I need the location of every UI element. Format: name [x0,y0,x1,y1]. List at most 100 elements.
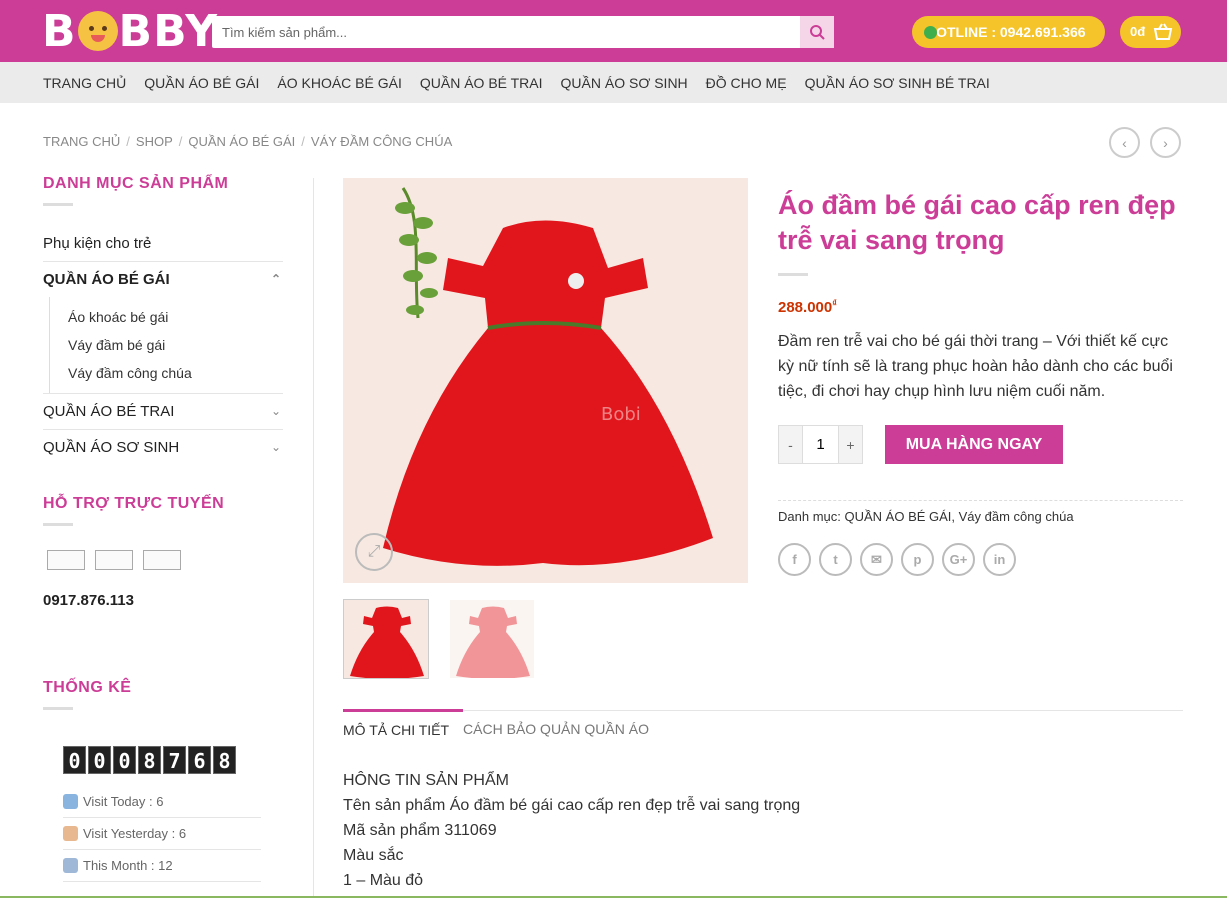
nav-item-newborn-boys[interactable]: QUẦN ÁO SƠ SINH BÉ TRAI [805,75,990,91]
quantity-plus-button[interactable]: + [839,426,862,463]
counter-digit: 8 [138,746,161,774]
categories-heading: DANH MỤC SẢN PHẨM [43,175,229,192]
twitter-icon[interactable]: t [819,543,852,576]
product-categories: Danh mục: QUẦN ÁO BÉ GÁI, Váy đầm công c… [778,509,1074,524]
prev-product-button[interactable]: ‹ [1109,127,1140,158]
sidebar-divider [313,178,314,898]
tab-description[interactable]: MÔ TẢ CHI TIẾT [343,709,464,738]
sidebar-sub-princess[interactable]: Váy đầm công chúa [68,359,283,387]
watermark-text: Bobi [601,404,641,425]
buy-now-button[interactable]: MUA HÀNG NGAY [885,425,1063,464]
chevron-down-icon[interactable]: ⌄ [271,440,281,454]
linkedin-icon[interactable]: in [983,543,1016,576]
visit-counter: 0008768 [63,746,283,774]
categories-label: Danh mục: [778,509,841,524]
counter-digit: 0 [88,746,111,774]
cart-button[interactable]: 0đ [1120,16,1181,48]
product-thumbnails [343,599,535,679]
cart-total: 0đ [1130,24,1146,39]
product-tabs: MÔ TẢ CHI TIẾT CÁCH BẢO QUẢN QUẦN ÁO [343,709,1183,738]
sidebar: DANH MỤC SẢN PHẨM Phụ kiện cho trẻ QUẦN … [43,175,283,882]
breadcrumb-shop[interactable]: SHOP [136,134,173,149]
product-main-image[interactable]: Bobi ⤢ [343,178,748,583]
search-button[interactable] [800,16,834,48]
nav-item-newborn[interactable]: QUẦN ÁO SƠ SINH [561,75,688,91]
quantity-input[interactable] [802,426,839,463]
content-line: Tên sản phẩm Áo đầm bé gái cao cấp ren đ… [343,797,801,814]
breadcrumb-home[interactable]: TRANG CHỦ [43,134,120,149]
tab-care[interactable]: CÁCH BẢO QUẢN QUẦN ÁO [463,711,663,738]
thumbnail-2[interactable] [449,599,535,679]
nav-item-boys[interactable]: QUẦN ÁO BÉ TRAI [420,75,543,91]
hotline-text: HOTLINE : 0942.691.366 [926,24,1086,40]
sidebar-sub-dresses[interactable]: Váy đầm bé gái [68,331,283,359]
google-plus-icon[interactable]: G+ [942,543,975,576]
facebook-icon[interactable]: f [778,543,811,576]
site-logo[interactable]: B BBY [42,6,218,57]
stats-heading: THỐNG KÊ [43,679,132,696]
product-nav-arrows: ‹ › [1109,127,1181,158]
user-icon [63,826,78,841]
search-icon [810,25,825,40]
email-icon[interactable]: ✉ [860,543,893,576]
phone-icon [924,26,937,39]
nav-item-mom[interactable]: ĐỒ CHO MẸ [706,75,787,91]
sidebar-item-boys[interactable]: QUẦN ÁO BÉ TRAI ⌄ [43,393,283,430]
sidebar-subcategories: Áo khoác bé gái Váy đầm bé gái Váy đầm c… [49,297,283,393]
quantity-minus-button[interactable]: - [779,426,802,463]
product-price: 288.000₫ [778,298,837,316]
support-image[interactable] [47,550,85,570]
counter-digit: 0 [63,746,86,774]
support-image[interactable] [143,550,181,570]
product-short-description: Đầm ren trễ vai cho bé gái thời trang – … [778,333,1173,400]
calendar-icon [63,858,78,873]
baby-face-icon [77,11,118,51]
sidebar-item-newborn[interactable]: QUẦN ÁO SƠ SINH ⌄ [43,430,283,465]
nav-item-girls-jackets[interactable]: ÁO KHOÁC BÉ GÁI [277,75,401,91]
categories-links[interactable]: QUẦN ÁO BÉ GÁI, Váy đầm công chúa [845,509,1074,524]
sidebar-item-label: QUẦN ÁO BÉ TRAI [43,403,175,420]
sidebar-item-label: QUẦN ÁO SƠ SINH [43,439,180,456]
chevron-up-icon[interactable]: ⌃ [271,272,281,286]
stat-text: Visit Today : 6 [83,794,164,809]
user-icon [63,794,78,809]
counter-digit: 6 [188,746,211,774]
red-dress-image: Bobi [383,187,713,566]
thumbnail-1[interactable] [343,599,429,679]
stat-text: Visit Yesterday : 6 [83,826,187,841]
sidebar-sub-jackets[interactable]: Áo khoác bé gái [68,303,283,331]
breadcrumb-girls[interactable]: QUẦN ÁO BÉ GÁI [188,134,295,149]
quantity-stepper: - + [778,425,863,464]
stat-yesterday: Visit Yesterday : 6 [63,818,261,850]
hotline-button[interactable]: HOTLINE : 0942.691.366 [912,16,1105,48]
content-line: Mã sản phẩm 311069 [343,822,497,839]
counter-digit: 7 [163,746,186,774]
zoom-button[interactable]: ⤢ [355,533,393,571]
nav-item-girls[interactable]: QUẦN ÁO BÉ GÁI [144,75,259,91]
search-box [212,16,834,48]
breadcrumb-princess-dress[interactable]: VÁY ĐẦM CÔNG CHÚA [311,134,452,149]
breadcrumb: TRANG CHỦ / SHOP / QUẦN ÁO BÉ GÁI / VÁY ĐẦM… [43,134,453,149]
next-product-button[interactable]: › [1150,127,1181,158]
currency-symbol: ₫ [832,298,837,308]
sidebar-item-label: QUẦN ÁO BÉ GÁI [43,271,170,288]
price-value: 288.000 [778,299,833,316]
counter-digit: 0 [113,746,136,774]
sidebar-item-girls[interactable]: QUẦN ÁO BÉ GÁI ⌃ [43,262,283,297]
sidebar-item-accessories[interactable]: Phụ kiện cho trẻ [43,226,283,262]
product-title: Áo đầm bé gái cao cấp ren đẹp trễ vai sa… [778,190,1176,255]
support-image[interactable] [95,550,133,570]
content-line: Màu sắc [343,847,404,864]
share-buttons: f t ✉ p G+ in [778,543,1016,576]
main-nav: TRANG CHỦ QUẦN ÁO BÉ GÁI ÁO KHOÁC BÉ GÁI… [0,62,1227,103]
chevron-down-icon[interactable]: ⌄ [271,404,281,418]
stat-month: This Month : 12 [63,850,261,882]
pinterest-icon[interactable]: p [901,543,934,576]
support-images [47,550,283,570]
content-line: 1 – Màu đỏ [343,872,424,889]
meta-divider [778,500,1183,501]
search-input[interactable] [212,16,800,48]
site-header: BBBY HOTLINE : 0942.691.366 0đ [0,0,1227,62]
basket-icon [1153,23,1173,40]
nav-item-home[interactable]: TRANG CHỦ [43,75,126,91]
